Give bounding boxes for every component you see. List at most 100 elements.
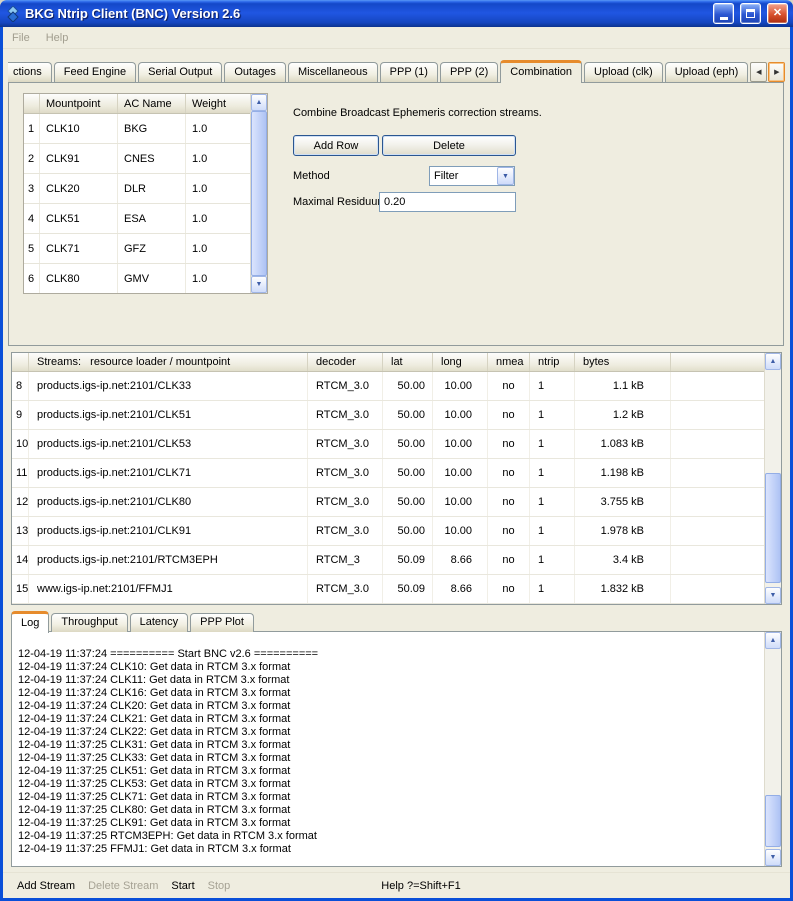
cell-mountpoint[interactable]: CLK51 [40,204,118,233]
scrollbar-track[interactable] [765,649,781,849]
cell-mountpoint[interactable]: CLK71 [40,234,118,263]
combination-row[interactable]: 3 CLK20 DLR 1.0 [24,174,250,204]
stream-row[interactable]: 15 www.igs-ip.net:2101/FFMJ1 RTCM_3.0 50… [12,575,764,604]
cell-ac-name[interactable]: CNES [118,144,186,173]
scroll-down-button[interactable]: ▼ [765,849,781,866]
col-header-weight[interactable]: Weight [186,94,250,113]
combination-row[interactable]: 6 CLK80 GMV 1.0 [24,264,250,293]
tab-upload-clk[interactable]: Upload (clk) [584,62,663,82]
tab-scroll-buttons: ◀ ▶ [750,62,785,82]
col-header-nmea[interactable]: nmea [488,353,530,371]
maximize-button[interactable] [740,3,761,24]
stream-row[interactable]: 10 products.igs-ip.net:2101/CLK53 RTCM_3… [12,430,764,459]
scrollbar-track[interactable] [765,370,781,587]
tab-latency[interactable]: Latency [130,613,189,632]
menu-help[interactable]: Help [46,32,69,44]
stream-row[interactable]: 14 products.igs-ip.net:2101/RTCM3EPH RTC… [12,546,764,575]
tab-log[interactable]: Log [11,611,49,633]
close-button[interactable]: ✕ [767,3,788,24]
col-header-decoder[interactable]: decoder [308,353,383,371]
cell-mountpoint[interactable]: products.igs-ip.net:2101/CLK71 [29,459,308,487]
cell-mountpoint[interactable]: products.igs-ip.net:2101/RTCM3EPH [29,546,308,574]
scroll-up-button[interactable]: ▲ [765,632,781,649]
combination-row[interactable]: 2 CLK91 CNES 1.0 [24,144,250,174]
stream-row[interactable]: 12 products.igs-ip.net:2101/CLK80 RTCM_3… [12,488,764,517]
tab-serial-output[interactable]: Serial Output [138,62,222,82]
cell-lat: 50.00 [383,401,433,429]
add-row-button[interactable]: Add Row [293,135,379,156]
cell-ac-name[interactable]: GMV [118,264,186,293]
cell-mountpoint[interactable]: products.igs-ip.net:2101/CLK91 [29,517,308,545]
scrollbar-thumb[interactable] [765,473,781,583]
combination-row[interactable]: 4 CLK51 ESA 1.0 [24,204,250,234]
cell-long: 10.00 [433,459,488,487]
scroll-down-button[interactable]: ▼ [765,587,781,604]
tab-combination[interactable]: Combination [500,60,582,83]
scroll-up-button[interactable]: ▲ [251,94,267,111]
cell-mountpoint[interactable]: CLK80 [40,264,118,293]
cell-mountpoint[interactable]: www.igs-ip.net:2101/FFMJ1 [29,575,308,603]
scrollbar-thumb[interactable] [251,111,267,276]
cell-weight[interactable]: 1.0 [186,114,250,143]
cell-mountpoint[interactable]: products.igs-ip.net:2101/CLK80 [29,488,308,516]
tab-ppp-plot[interactable]: PPP Plot [190,613,254,632]
tab-ppp-1[interactable]: PPP (1) [380,62,438,82]
minimize-button[interactable] [713,3,734,24]
cell-mountpoint[interactable]: products.igs-ip.net:2101/CLK53 [29,430,308,458]
tab-ppp-2[interactable]: PPP (2) [440,62,498,82]
col-header-long[interactable]: long [433,353,488,371]
col-header-lat[interactable]: lat [383,353,433,371]
col-header-mountpoint[interactable]: Mountpoint [40,94,118,113]
scrollbar-track[interactable] [251,111,267,276]
stream-row[interactable]: 8 products.igs-ip.net:2101/CLK33 RTCM_3.… [12,372,764,401]
chevron-down-icon[interactable]: ▼ [497,167,514,185]
cell-weight[interactable]: 1.0 [186,144,250,173]
menu-file[interactable]: File [12,32,30,44]
log-output[interactable]: 12-04-19 11:37:24 ========== Start BNC v… [12,632,764,866]
cell-ac-name[interactable]: GFZ [118,234,186,263]
tab-corrections[interactable]: ctions [8,62,52,82]
cell-weight[interactable]: 1.0 [186,204,250,233]
stream-row[interactable]: 9 products.igs-ip.net:2101/CLK51 RTCM_3.… [12,401,764,430]
combination-row[interactable]: 1 CLK10 BKG 1.0 [24,114,250,144]
cell-mountpoint[interactable]: products.igs-ip.net:2101/CLK51 [29,401,308,429]
scroll-down-button[interactable]: ▼ [251,276,267,293]
cell-bytes: 1.083 kB [575,430,671,458]
cell-ac-name[interactable]: BKG [118,114,186,143]
tab-scroll-left-button[interactable]: ◀ [750,62,767,82]
tab-throughput[interactable]: Throughput [51,613,127,632]
tab-scroll-right-button[interactable]: ▶ [768,62,785,82]
cell-mountpoint[interactable]: CLK91 [40,144,118,173]
tab-outages[interactable]: Outages [224,62,286,82]
tab-miscellaneous[interactable]: Miscellaneous [288,62,378,82]
col-header-ac-name[interactable]: AC Name [118,94,186,113]
cell-ac-name[interactable]: DLR [118,174,186,203]
log-scrollbar[interactable]: ▲ ▼ [764,632,781,866]
titlebar[interactable]: BKG Ntrip Client (BNC) Version 2.6 ✕ [0,0,793,27]
cell-weight[interactable]: 1.0 [186,234,250,263]
combination-table-scrollbar[interactable]: ▲ ▼ [250,94,267,293]
streams-scrollbar[interactable]: ▲ ▼ [764,353,781,604]
maximal-residuum-input[interactable] [379,192,516,212]
combination-row[interactable]: 5 CLK71 GFZ 1.0 [24,234,250,264]
cell-ac-name[interactable]: ESA [118,204,186,233]
cell-mountpoint[interactable]: CLK10 [40,114,118,143]
scroll-up-button[interactable]: ▲ [765,353,781,370]
cell-ntrip: 1 [530,372,575,400]
col-header-streams[interactable]: Streams: resource loader / mountpoint [29,353,308,371]
tab-upload-eph[interactable]: Upload (eph) [665,62,749,82]
tab-feed-engine[interactable]: Feed Engine [54,62,136,82]
cell-mountpoint[interactable]: CLK20 [40,174,118,203]
col-header-ntrip[interactable]: ntrip [530,353,575,371]
delete-button[interactable]: Delete [382,135,516,156]
method-select[interactable]: Filter ▼ [429,166,515,186]
cell-weight[interactable]: 1.0 [186,174,250,203]
add-stream-button[interactable]: Add Stream [17,880,75,892]
cell-weight[interactable]: 1.0 [186,264,250,293]
cell-mountpoint[interactable]: products.igs-ip.net:2101/CLK33 [29,372,308,400]
col-header-bytes[interactable]: bytes [575,353,671,371]
stream-row[interactable]: 13 products.igs-ip.net:2101/CLK91 RTCM_3… [12,517,764,546]
start-button[interactable]: Start [171,880,194,892]
scrollbar-thumb[interactable] [765,795,781,847]
stream-row[interactable]: 11 products.igs-ip.net:2101/CLK71 RTCM_3… [12,459,764,488]
